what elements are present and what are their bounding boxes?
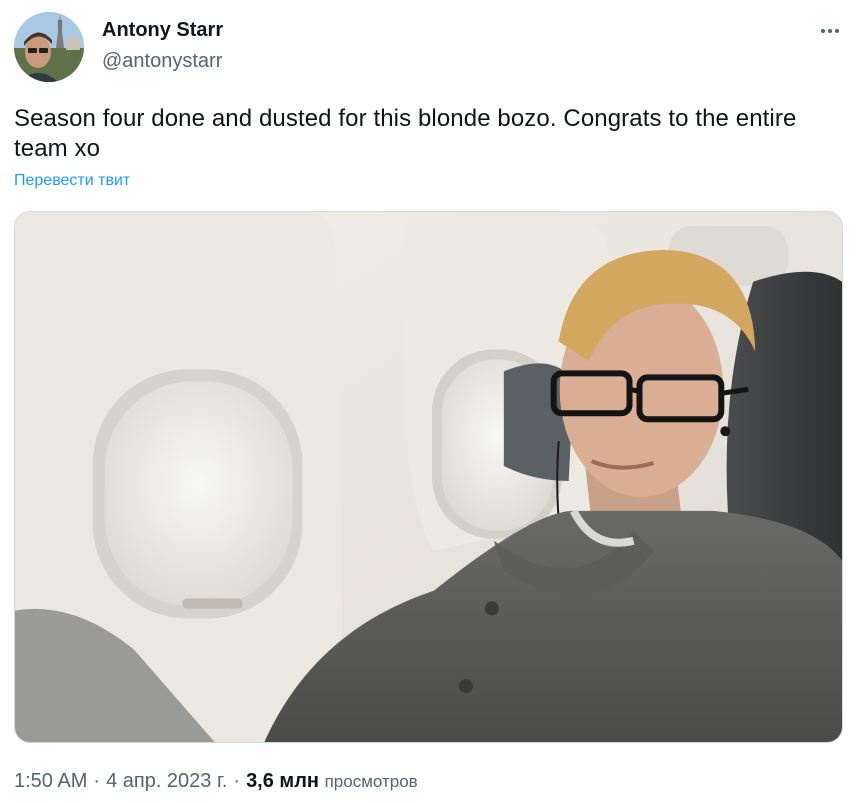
avatar-image [14,12,84,82]
more-options-button[interactable] [813,16,847,46]
tweet-time[interactable]: 1:50 AM [14,770,87,792]
author-info: Antony Starr @antonystarr [102,17,223,74]
more-horizontal-icon [821,29,839,33]
views-label: просмотров [324,772,418,791]
translate-tweet-link[interactable]: Перевести твит [14,170,130,192]
separator-dot: · [233,770,241,792]
photo-image [15,212,842,742]
tweet-metadata: 1:50 AM · 4 апр. 2023 г. · 3,6 млн просмотро… [14,768,418,795]
avatar[interactable] [14,12,84,82]
views-count: 3,6 млн [246,770,320,792]
author-display-name[interactable]: Antony Starr [102,17,223,43]
tweet-date[interactable]: 4 апр. 2023 г. [106,770,227,792]
tweet-photo[interactable] [14,211,843,743]
separator-dot: · [93,770,101,792]
author-handle[interactable]: @antonystarr [102,48,223,74]
tweet: Antony Starr @antonystarr Season four do… [0,0,859,803]
tweet-text: Season four done and dusted for this blo… [14,105,797,162]
